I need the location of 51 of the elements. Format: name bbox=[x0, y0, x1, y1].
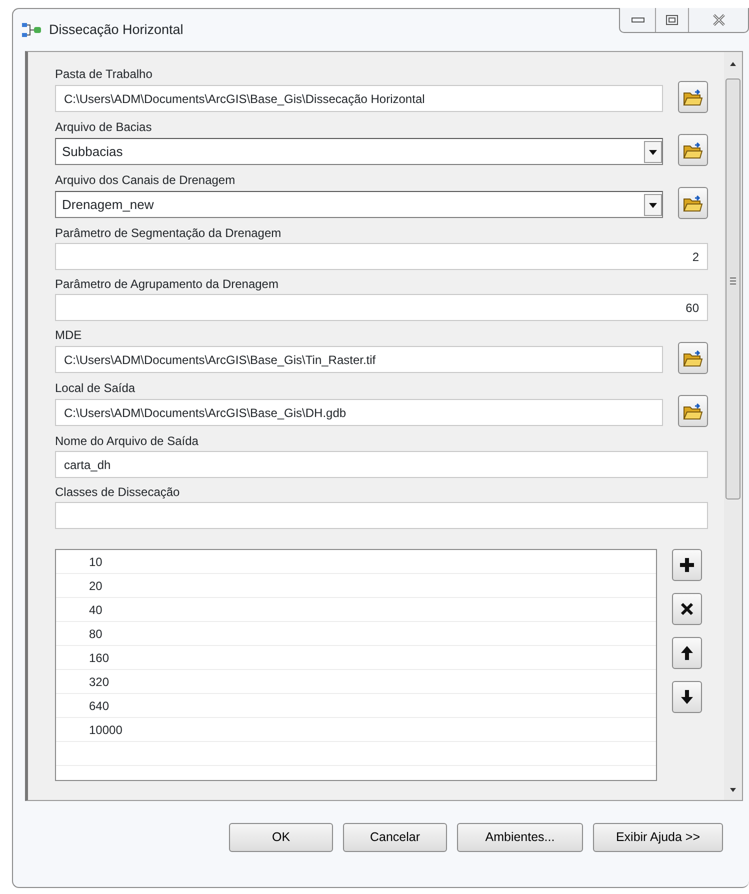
model-icon bbox=[21, 22, 43, 38]
window-title: Dissecação Horizontal bbox=[49, 20, 184, 39]
folder-icon bbox=[683, 402, 703, 420]
minimize-icon bbox=[630, 16, 644, 24]
dropdown-field[interactable]: Subbacias bbox=[55, 138, 663, 165]
list-item[interactable]: 10000 bbox=[56, 718, 656, 742]
ok-button[interactable]: OK bbox=[229, 823, 333, 852]
maximize-icon bbox=[665, 14, 679, 26]
folder-icon bbox=[683, 141, 703, 159]
browse-button[interactable] bbox=[678, 342, 708, 374]
list-item[interactable]: 320 bbox=[56, 670, 656, 694]
add-button[interactable] bbox=[672, 549, 702, 581]
plus-icon bbox=[677, 555, 697, 575]
list-item[interactable]: 160 bbox=[56, 646, 656, 670]
field-label: Pasta de Trabalho bbox=[55, 66, 154, 82]
number-field[interactable]: 60 bbox=[55, 294, 708, 321]
cancel-button[interactable]: Cancelar bbox=[343, 823, 447, 852]
browse-button[interactable] bbox=[678, 134, 708, 166]
path-field[interactable]: C:\Users\ADM\Documents\ArcGIS\Base_Gis\DH.gdb bbox=[55, 399, 663, 426]
field-label: Classes de Dissecação bbox=[55, 484, 181, 500]
move-down-button[interactable] bbox=[672, 681, 702, 713]
folder-icon bbox=[683, 349, 703, 367]
browse-button[interactable] bbox=[678, 395, 708, 427]
scrollbar[interactable] bbox=[724, 52, 742, 800]
list-item[interactable]: 20 bbox=[56, 574, 656, 598]
number-field[interactable]: 2 bbox=[55, 243, 708, 270]
text-field[interactable] bbox=[55, 502, 708, 529]
list-item[interactable]: 640 bbox=[56, 694, 656, 718]
help-button[interactable]: Exibir Ajuda >> bbox=[593, 823, 723, 852]
delete-button[interactable] bbox=[672, 593, 702, 625]
field-label: Local de Saída bbox=[55, 380, 136, 396]
list-item[interactable]: 80 bbox=[56, 622, 656, 646]
text-field[interactable]: carta_dh bbox=[55, 451, 708, 478]
field-label: Nome do Arquivo de Saída bbox=[55, 433, 200, 449]
dropdown-field[interactable]: Drenagem_new bbox=[55, 191, 663, 218]
folder-icon bbox=[683, 88, 703, 106]
field-label: Arquivo de Bacias bbox=[55, 119, 153, 135]
list-item[interactable]: 10 bbox=[56, 550, 656, 574]
list-item[interactable]: 40 bbox=[56, 598, 656, 622]
environments-button[interactable]: Ambientes... bbox=[457, 823, 583, 852]
browse-button[interactable] bbox=[678, 81, 708, 113]
field-label: Parâmetro de Agrupamento da Drenagem bbox=[55, 276, 280, 292]
field-label: MDE bbox=[55, 327, 83, 343]
close-icon bbox=[710, 13, 726, 27]
path-field[interactable]: C:\Users\ADM\Documents\ArcGIS\Base_Gis\Dissecação Horizontal bbox=[55, 85, 663, 112]
field-label: Parâmetro de Segmentação da Drenagem bbox=[55, 225, 282, 241]
field-label: Arquivo dos Canais de Drenagem bbox=[55, 172, 236, 188]
folder-icon bbox=[683, 194, 703, 212]
move-up-button[interactable] bbox=[672, 637, 702, 669]
path-field[interactable]: C:\Users\ADM\Documents\ArcGIS\Base_Gis\Tin_Raster.tif bbox=[55, 346, 663, 373]
browse-button[interactable] bbox=[678, 187, 708, 219]
